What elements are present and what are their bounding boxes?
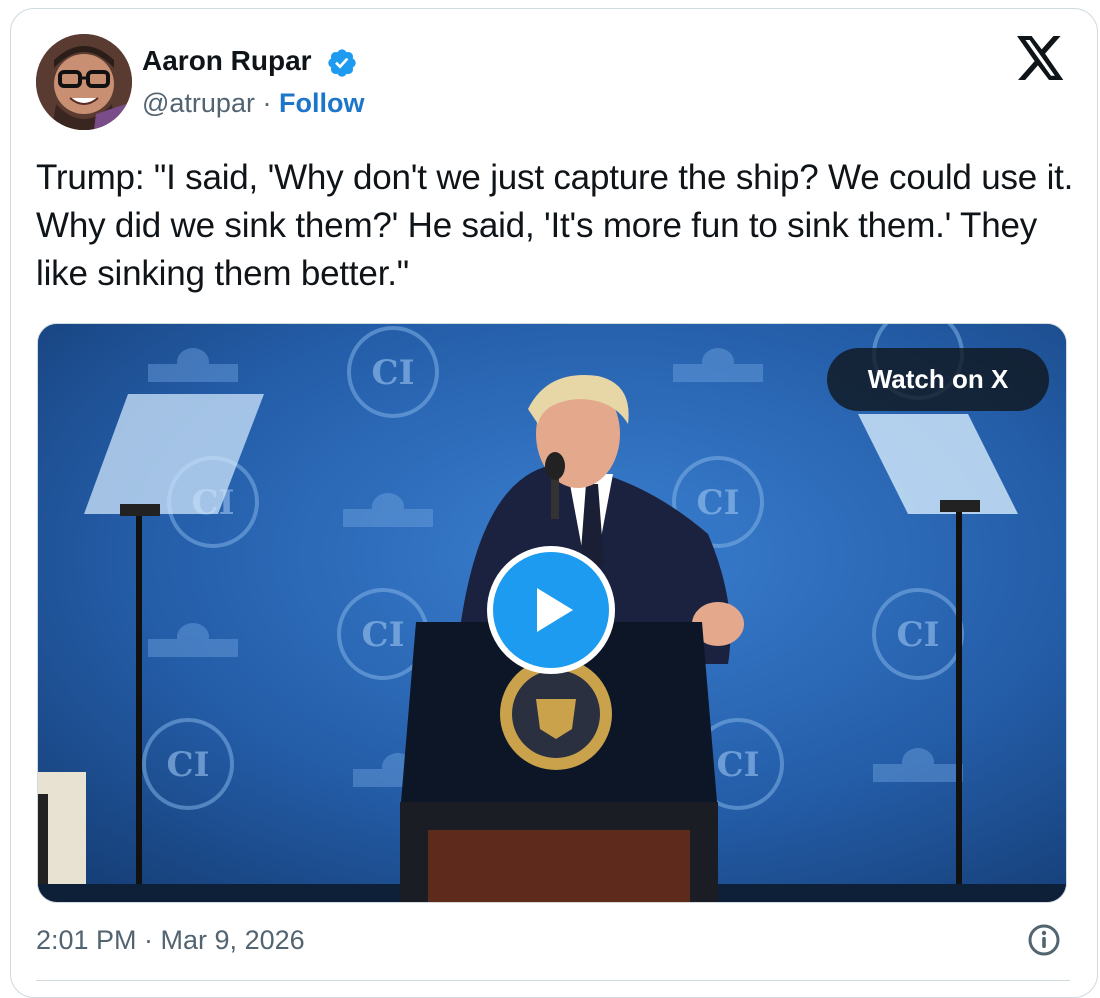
tweet-timestamp[interactable]: 2:01 PM · Mar 9, 2026 <box>36 922 305 958</box>
backdrop-logo-text: CI <box>717 745 760 785</box>
avatar[interactable] <box>36 34 132 130</box>
backdrop-logo-text: CI <box>167 745 210 785</box>
follow-link[interactable]: Follow <box>279 88 364 118</box>
backdrop-logo-text: CI <box>697 483 740 523</box>
author-handle[interactable]: @atrupar <box>142 88 255 118</box>
play-icon <box>537 588 573 632</box>
footer-divider <box>36 980 1070 981</box>
info-icon[interactable] <box>1026 922 1062 958</box>
play-button[interactable] <box>487 546 615 674</box>
author-display-name[interactable]: Aaron Rupar <box>142 44 312 78</box>
backdrop-logo-text: CI <box>362 615 405 655</box>
verified-badge-icon <box>328 49 356 77</box>
x-logo-icon[interactable] <box>1016 36 1066 80</box>
tweet-text: Trump: "I said, 'Why don't we just captu… <box>36 158 1074 293</box>
author-handle-row: @atrupar · Follow <box>142 86 364 120</box>
backdrop-logo-text: CI <box>372 353 415 393</box>
watch-on-x-button[interactable]: Watch on X <box>827 348 1049 411</box>
backdrop-logo-text: CI <box>897 615 940 655</box>
handle-separator: · <box>262 88 272 118</box>
